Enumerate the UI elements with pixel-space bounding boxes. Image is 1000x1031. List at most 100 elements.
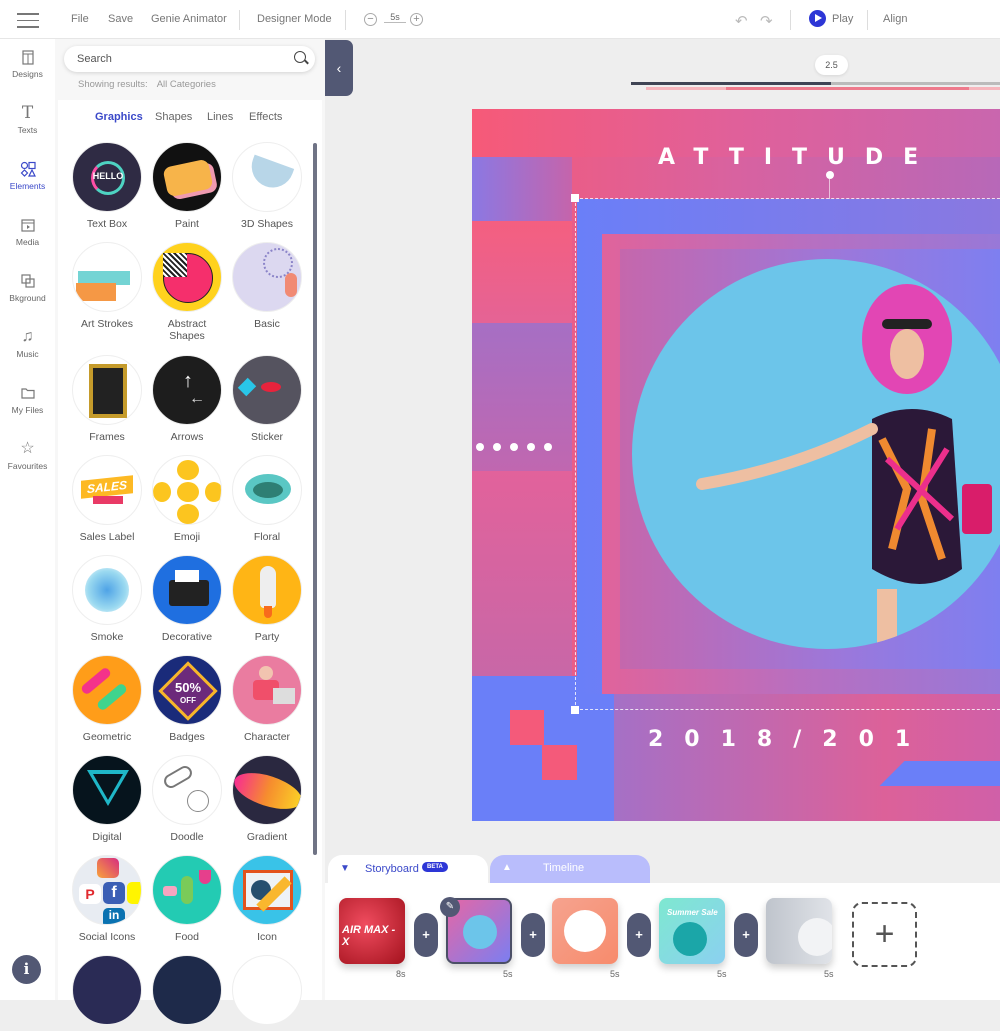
category-item-paint[interactable]: Paint [149,142,225,230]
category-item-decorative[interactable]: Decorative [149,555,225,643]
category-item-partial[interactable] [69,955,145,1031]
category-item-sales-label[interactable]: SALESSales Label [69,455,145,543]
category-thumbnail [232,955,302,1025]
align-button[interactable]: Align [883,13,907,25]
category-item-social-icons[interactable]: PfinSocial Icons [69,855,145,943]
category-item-partial[interactable] [229,955,305,1031]
nav-my-files[interactable]: My Files [0,385,55,415]
category-item-digital[interactable]: Digital [69,755,145,843]
nav-designs[interactable]: Designs [0,49,55,79]
pink-square [510,710,544,745]
category-label: Sales Label [69,531,145,543]
category-item-sticker[interactable]: Sticker [229,355,305,443]
geometric-thumbnail [72,655,142,725]
tab-storyboard[interactable]: ▼ Storyboard BETA [328,855,488,883]
collapse-panel-button[interactable]: ‹ [325,40,353,96]
category-item-partial[interactable] [149,955,225,1031]
category-item-food[interactable]: Food [149,855,225,943]
category-item-frames[interactable]: Frames [69,355,145,443]
category-label: Food [149,931,225,943]
nav-label: Bkground [9,293,45,303]
animation-active-range[interactable] [726,87,969,90]
insert-scene-button[interactable]: + [734,913,758,957]
undo-icon[interactable]: ↶ [735,12,748,30]
category-label: Social Icons [69,931,145,943]
category-item-party[interactable]: Party [229,555,305,643]
text-icon: T [20,105,36,121]
folder-icon [20,385,36,401]
category-item-abstract-shapes[interactable]: Abstract Shapes [149,242,225,342]
scene-thumbnail[interactable]: AIR MAX - X [339,898,405,964]
category-label: Floral [229,531,305,543]
category-item-badges[interactable]: 50%OFFBadges [149,655,225,743]
category-item-text-box[interactable]: HELLOText Box [69,142,145,230]
category-item-icon[interactable]: Icon [229,855,305,943]
scene-thumbnail[interactable] [552,898,618,964]
category-item-gradient[interactable]: Gradient [229,755,305,843]
category-item-basic[interactable]: Basic [229,242,305,330]
category-filter[interactable]: All Categories [157,79,216,90]
elements-panel: Search Showing results:All Categories Gr… [55,39,325,1000]
insert-scene-button[interactable]: + [627,913,651,957]
nav-elements[interactable]: Elements [0,161,55,191]
tab-effects[interactable]: Effects [249,111,282,123]
rotate-handle[interactable] [826,171,834,179]
scene-thumbnail[interactable] [766,898,832,964]
search-placeholder: Search [77,53,112,65]
resize-handle-bottom-left[interactable] [571,706,579,714]
redo-icon[interactable]: ↷ [760,12,773,30]
insert-scene-button[interactable]: + [414,913,438,957]
search-input[interactable]: Search [64,46,315,72]
category-item-emoji[interactable]: Emoji [149,455,225,543]
decrease-duration-button[interactable]: − [364,13,377,26]
category-label: Smoke [69,631,145,643]
nav-label: Favourites [8,461,48,471]
designer-mode-button[interactable]: Designer Mode [257,13,332,25]
category-item-arrows[interactable]: ↑←Arrows [149,355,225,443]
increase-duration-button[interactable]: + [410,13,423,26]
dot [476,443,484,451]
scene-thumbnail[interactable]: Summer Sale [659,898,725,964]
category-item-3d-shapes[interactable]: 3D Shapes [229,142,305,230]
edit-icon[interactable]: ✎ [440,897,460,917]
category-item-geometric[interactable]: Geometric [69,655,145,743]
showing-results: Showing results:All Categories [78,79,216,90]
design-canvas[interactable]: ATTITUDE 2018/201 [472,109,1000,821]
nav-favourites[interactable]: ☆ Favourites [0,441,55,471]
play-button[interactable]: Play [832,13,853,25]
gradient-thumbnail [232,755,302,825]
music-icon: ♫ [20,329,36,345]
category-item-art-strokes[interactable]: Art Strokes [69,242,145,330]
elements-icon [20,161,36,177]
info-button[interactable]: i [12,955,41,984]
tab-graphics[interactable]: Graphics [95,111,143,123]
nav-background[interactable]: Bkground [0,273,55,303]
save-button[interactable]: Save [108,13,133,25]
canvas-left-band [472,157,572,221]
party-thumbnail [232,555,302,625]
tab-shapes[interactable]: Shapes [155,111,192,123]
category-item-floral[interactable]: Floral [229,455,305,543]
nav-media[interactable]: Media [0,217,55,247]
nav-label: Media [16,237,39,247]
genie-animator-button[interactable]: Genie Animator [151,13,227,25]
canvas-year-text[interactable]: 2018/201 [648,727,931,752]
nav-texts[interactable]: T Texts [0,105,55,135]
resize-handle-top-left[interactable] [571,194,579,202]
selection-box[interactable] [575,198,1000,710]
nav-music[interactable]: ♫ Music [0,329,55,359]
panel-scrollbar[interactable] [313,143,317,855]
play-icon[interactable] [809,10,826,27]
category-item-character[interactable]: Character [229,655,305,743]
search-icon[interactable] [294,51,306,63]
category-item-doodle[interactable]: Doodle [149,755,225,843]
canvas-title-text[interactable]: ATTITUDE [658,145,938,170]
add-scene-button[interactable]: + [852,902,917,967]
tab-timeline[interactable]: ▲ Timeline [490,855,650,883]
category-item-smoke[interactable]: Smoke [69,555,145,643]
duration-input[interactable]: 5s [384,12,406,23]
tab-lines[interactable]: Lines [207,111,233,123]
file-menu[interactable]: File [71,13,89,25]
hamburger-menu-icon[interactable] [17,13,39,27]
insert-scene-button[interactable]: + [521,913,545,957]
